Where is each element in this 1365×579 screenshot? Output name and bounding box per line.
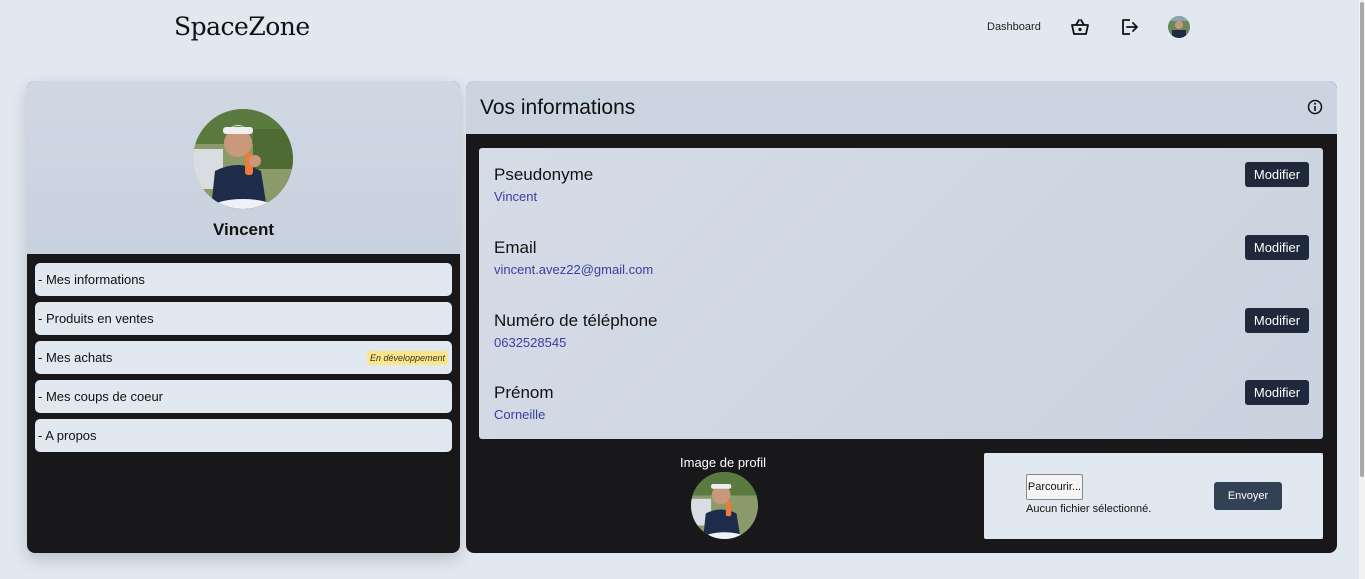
send-button[interactable]: Envoyer: [1214, 482, 1282, 510]
field-value: Vincent: [494, 189, 538, 204]
menu-item-mes-achats[interactable]: - Mes achats En développement: [35, 341, 452, 374]
menu-item-mes-informations[interactable]: - Mes informations: [35, 263, 452, 296]
browse-file-button[interactable]: Parcourir...: [1026, 474, 1083, 500]
brand-logo[interactable]: SpaceZone: [174, 12, 310, 41]
field-prenom: Prénom Corneille Modifier: [494, 380, 1309, 443]
nav-dashboard-link[interactable]: Dashboard: [987, 21, 1041, 33]
profile-header: Vincent: [27, 81, 460, 254]
profile-sidebar: Vincent - Mes informations - Produits en…: [27, 81, 460, 553]
scrollbar-thumb[interactable]: [1360, 2, 1364, 477]
field-value: Corneille: [494, 407, 546, 422]
info-card: Pseudonyme Vincent Modifier Email vincen…: [479, 148, 1323, 439]
field-label: Email: [494, 238, 537, 257]
info-panel: Vos informations Pseudonyme Vincent Modi…: [466, 81, 1337, 553]
menu-item-label: - Produits en ventes: [38, 311, 154, 326]
profile-picture-thumbnail: [691, 472, 758, 539]
field-email: Email vincent.avez22@gmail.com Modifier: [494, 235, 1309, 298]
modify-prenom-button[interactable]: Modifier: [1245, 380, 1309, 405]
modify-email-button[interactable]: Modifier: [1245, 235, 1309, 260]
field-value: vincent.avez22@gmail.com: [494, 262, 654, 277]
field-telephone: Numéro de téléphone 0632528545 Modifier: [494, 308, 1309, 371]
menu-item-label: - Mes achats: [38, 350, 113, 365]
profile-name: Vincent: [212, 220, 275, 239]
logout-icon[interactable]: [1118, 16, 1140, 38]
modify-telephone-button[interactable]: Modifier: [1245, 308, 1309, 333]
menu-item-a-propos[interactable]: - A propos: [35, 419, 452, 452]
menu-item-produits-en-ventes[interactable]: - Produits en ventes: [35, 302, 452, 335]
profile-menu: - Mes informations - Produits en ventes …: [35, 263, 452, 458]
menu-item-label: - A propos: [38, 428, 97, 443]
status-badge: En développement: [366, 350, 448, 365]
page-scrollbar[interactable]: [1359, 0, 1365, 579]
menu-item-label: - Mes informations: [38, 272, 145, 287]
menu-item-label: - Mes coups de coeur: [38, 389, 164, 404]
profile-avatar: [193, 109, 293, 209]
avatar[interactable]: [1168, 16, 1190, 38]
page-title: Vos informations: [480, 96, 636, 119]
info-panel-header: Vos informations: [466, 81, 1337, 134]
profile-picture-label: Image de profil: [680, 455, 766, 470]
field-label: Pseudonyme: [494, 165, 594, 184]
file-status: Aucun fichier sélectionné.: [1026, 503, 1152, 515]
menu-item-mes-coups-de-coeur[interactable]: - Mes coups de coeur: [35, 380, 452, 413]
modify-pseudonyme-button[interactable]: Modifier: [1245, 162, 1309, 187]
field-value: 0632528545: [494, 335, 567, 350]
info-icon[interactable]: [1307, 99, 1323, 115]
field-pseudonyme: Pseudonyme Vincent Modifier: [494, 162, 1309, 225]
basket-icon[interactable]: [1069, 16, 1091, 38]
field-label: Prénom: [494, 383, 554, 402]
field-label: Numéro de téléphone: [494, 311, 658, 330]
upload-form: Parcourir... Aucun fichier sélectionné. …: [984, 453, 1323, 539]
